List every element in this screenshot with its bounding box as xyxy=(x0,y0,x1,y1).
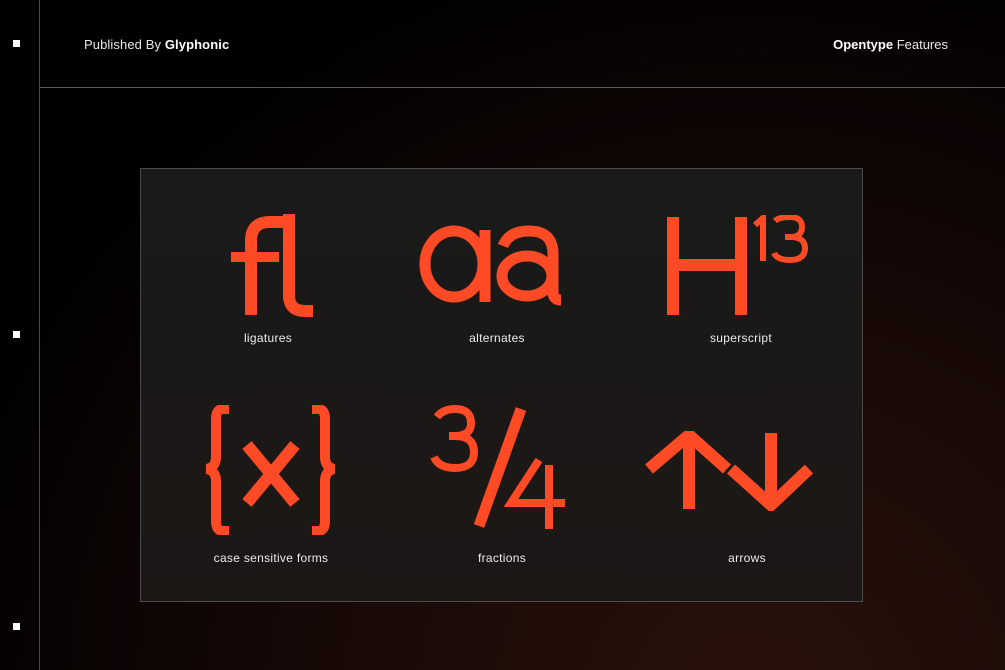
feature-label-alternates: alternates xyxy=(469,331,525,345)
section-title-rest: Features xyxy=(896,37,948,52)
ligature-glyph xyxy=(231,214,313,317)
superscript-glyph xyxy=(667,215,809,315)
feature-label-fractions: fractions xyxy=(477,551,527,565)
nav-dot-2[interactable] xyxy=(13,331,20,338)
sidebar-divider xyxy=(39,0,40,670)
published-by: Published By Glyphonic xyxy=(84,37,229,52)
nav-dot-3[interactable] xyxy=(13,623,20,630)
section-title: Opentype Features xyxy=(833,37,948,52)
case-sensitive-glyph xyxy=(205,405,336,535)
fractions-glyph xyxy=(430,405,565,529)
nav-dot-1[interactable] xyxy=(13,40,20,47)
header-divider xyxy=(39,87,1005,88)
feature-label-superscript: superscript xyxy=(710,331,772,345)
publisher-name: Glyphonic xyxy=(164,37,230,52)
features-panel: ligatures alternates superscript case se… xyxy=(140,168,863,602)
feature-label-ligatures: ligatures xyxy=(243,331,293,345)
feature-label-arrows: arrows xyxy=(728,551,766,565)
section-title-bold: Opentype xyxy=(833,37,894,52)
alternates-glyph xyxy=(419,225,562,306)
arrows-glyph[interactable] xyxy=(645,431,813,511)
feature-label-case-sensitive: case sensitive forms xyxy=(213,551,329,565)
published-prefix: Published By xyxy=(84,37,162,52)
